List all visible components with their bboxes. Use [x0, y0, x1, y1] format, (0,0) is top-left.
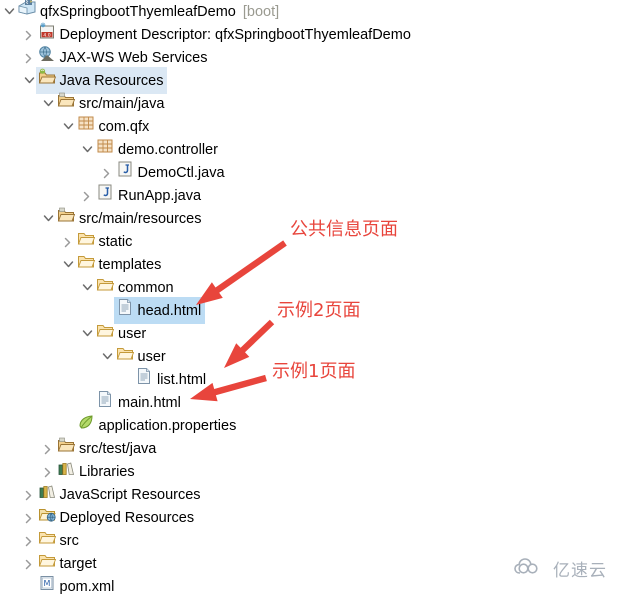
tree-item[interactable]: com.qfx [0, 115, 621, 138]
tree-item[interactable]: common [0, 276, 621, 299]
watermark: 亿速云 [514, 556, 607, 581]
folder-icon [77, 251, 95, 269]
chevron-right-icon[interactable] [100, 161, 114, 184]
chevron-right-icon[interactable] [22, 529, 36, 552]
source-folder-icon [57, 90, 75, 108]
tree-item[interactable]: demo.controller [0, 138, 621, 161]
tree-item[interactable]: src/main/resources [0, 207, 621, 230]
tree-item[interactable]: user [0, 322, 621, 345]
chevron-down-icon[interactable] [41, 92, 55, 115]
chevron-right-icon[interactable] [22, 506, 36, 529]
chevron-right-icon[interactable] [80, 184, 94, 207]
java-file-icon [96, 182, 114, 200]
tree-item[interactable]: main.html [0, 391, 621, 414]
spring-boot-project-icon [18, 0, 36, 16]
folder-icon [96, 274, 114, 292]
html-file-icon [135, 366, 153, 384]
chevron-right-icon[interactable] [22, 483, 36, 506]
html-file-icon [116, 297, 134, 315]
folder-icon [38, 527, 56, 545]
chevron-down-icon[interactable] [61, 115, 75, 138]
cloud-logo-icon [514, 557, 548, 581]
folder-icon [116, 343, 134, 361]
svg-text:M: M [43, 579, 50, 588]
folder-icon [38, 550, 56, 568]
tree-item[interactable]: src [0, 529, 621, 552]
properties-file-icon [77, 412, 95, 430]
tree-item[interactable]: Libraries [0, 460, 621, 483]
source-folder-icon [57, 205, 75, 223]
project-explorer-tree[interactable]: qfxSpringbootThyemleafDemo [boot] 4.0 Deplo… [0, 0, 621, 598]
libraries-icon [57, 458, 75, 476]
chevron-right-icon[interactable] [41, 437, 55, 460]
maven-pom-icon: M [38, 573, 56, 591]
package-icon [77, 113, 95, 131]
tree-item-content[interactable]: Mpom.xml [36, 573, 119, 600]
folder-icon [77, 228, 95, 246]
html-file-icon [96, 389, 114, 407]
chevron-right-icon[interactable] [22, 552, 36, 575]
chevron-right-icon[interactable] [22, 46, 36, 69]
chevron-down-icon[interactable] [41, 207, 55, 230]
chevron-down-icon[interactable] [80, 322, 94, 345]
jax-ws-icon [38, 44, 56, 62]
java-resources-icon [38, 67, 56, 85]
tree-item[interactable]: head.html [0, 297, 621, 324]
chevron-right-icon[interactable] [41, 460, 55, 483]
chevron-down-icon[interactable] [22, 69, 36, 92]
tree-item-label: pom.xml [59, 579, 115, 595]
chevron-down-icon[interactable] [80, 276, 94, 299]
package-icon [96, 136, 114, 154]
tree-item[interactable]: application.properties [0, 414, 621, 437]
chevron-right-icon[interactable] [22, 23, 36, 46]
deployment-descriptor-icon: 4.0 [38, 21, 56, 39]
source-folder-icon [57, 435, 75, 453]
libraries-icon [38, 481, 56, 499]
java-file-icon [116, 159, 134, 177]
tree-item[interactable]: Deployed Resources [0, 506, 621, 529]
tree-item[interactable]: Java Resources [0, 67, 621, 94]
chevron-down-icon[interactable] [80, 138, 94, 161]
tree-item[interactable]: templates [0, 253, 621, 276]
svg-text:4.0: 4.0 [43, 33, 50, 39]
tree-item[interactable]: src/main/java [0, 92, 621, 115]
tree-item[interactable]: src/test/java [0, 437, 621, 460]
tree-item[interactable]: user [0, 345, 621, 368]
chevron-down-icon[interactable] [100, 345, 114, 368]
tree-item[interactable]: 4.0 Deployment Descriptor: qfxSpringbootT… [0, 21, 621, 46]
tree-item[interactable]: DemoCtl.java [0, 161, 621, 184]
tree-item[interactable]: JAX-WS Web Services [0, 46, 621, 69]
tree-item[interactable]: JavaScript Resources [0, 483, 621, 506]
chevron-down-icon[interactable] [61, 253, 75, 276]
chevron-down-icon[interactable] [2, 0, 16, 23]
deployed-resources-icon [38, 504, 56, 522]
tree-item[interactable]: static [0, 230, 621, 253]
tree-item[interactable]: RunApp.java [0, 184, 621, 207]
watermark-label: 亿速云 [553, 561, 607, 581]
folder-icon [96, 320, 114, 338]
tree-item[interactable]: list.html [0, 368, 621, 391]
tree-item[interactable]: qfxSpringbootThyemleafDemo [boot] [0, 0, 621, 23]
chevron-right-icon[interactable] [61, 230, 75, 253]
